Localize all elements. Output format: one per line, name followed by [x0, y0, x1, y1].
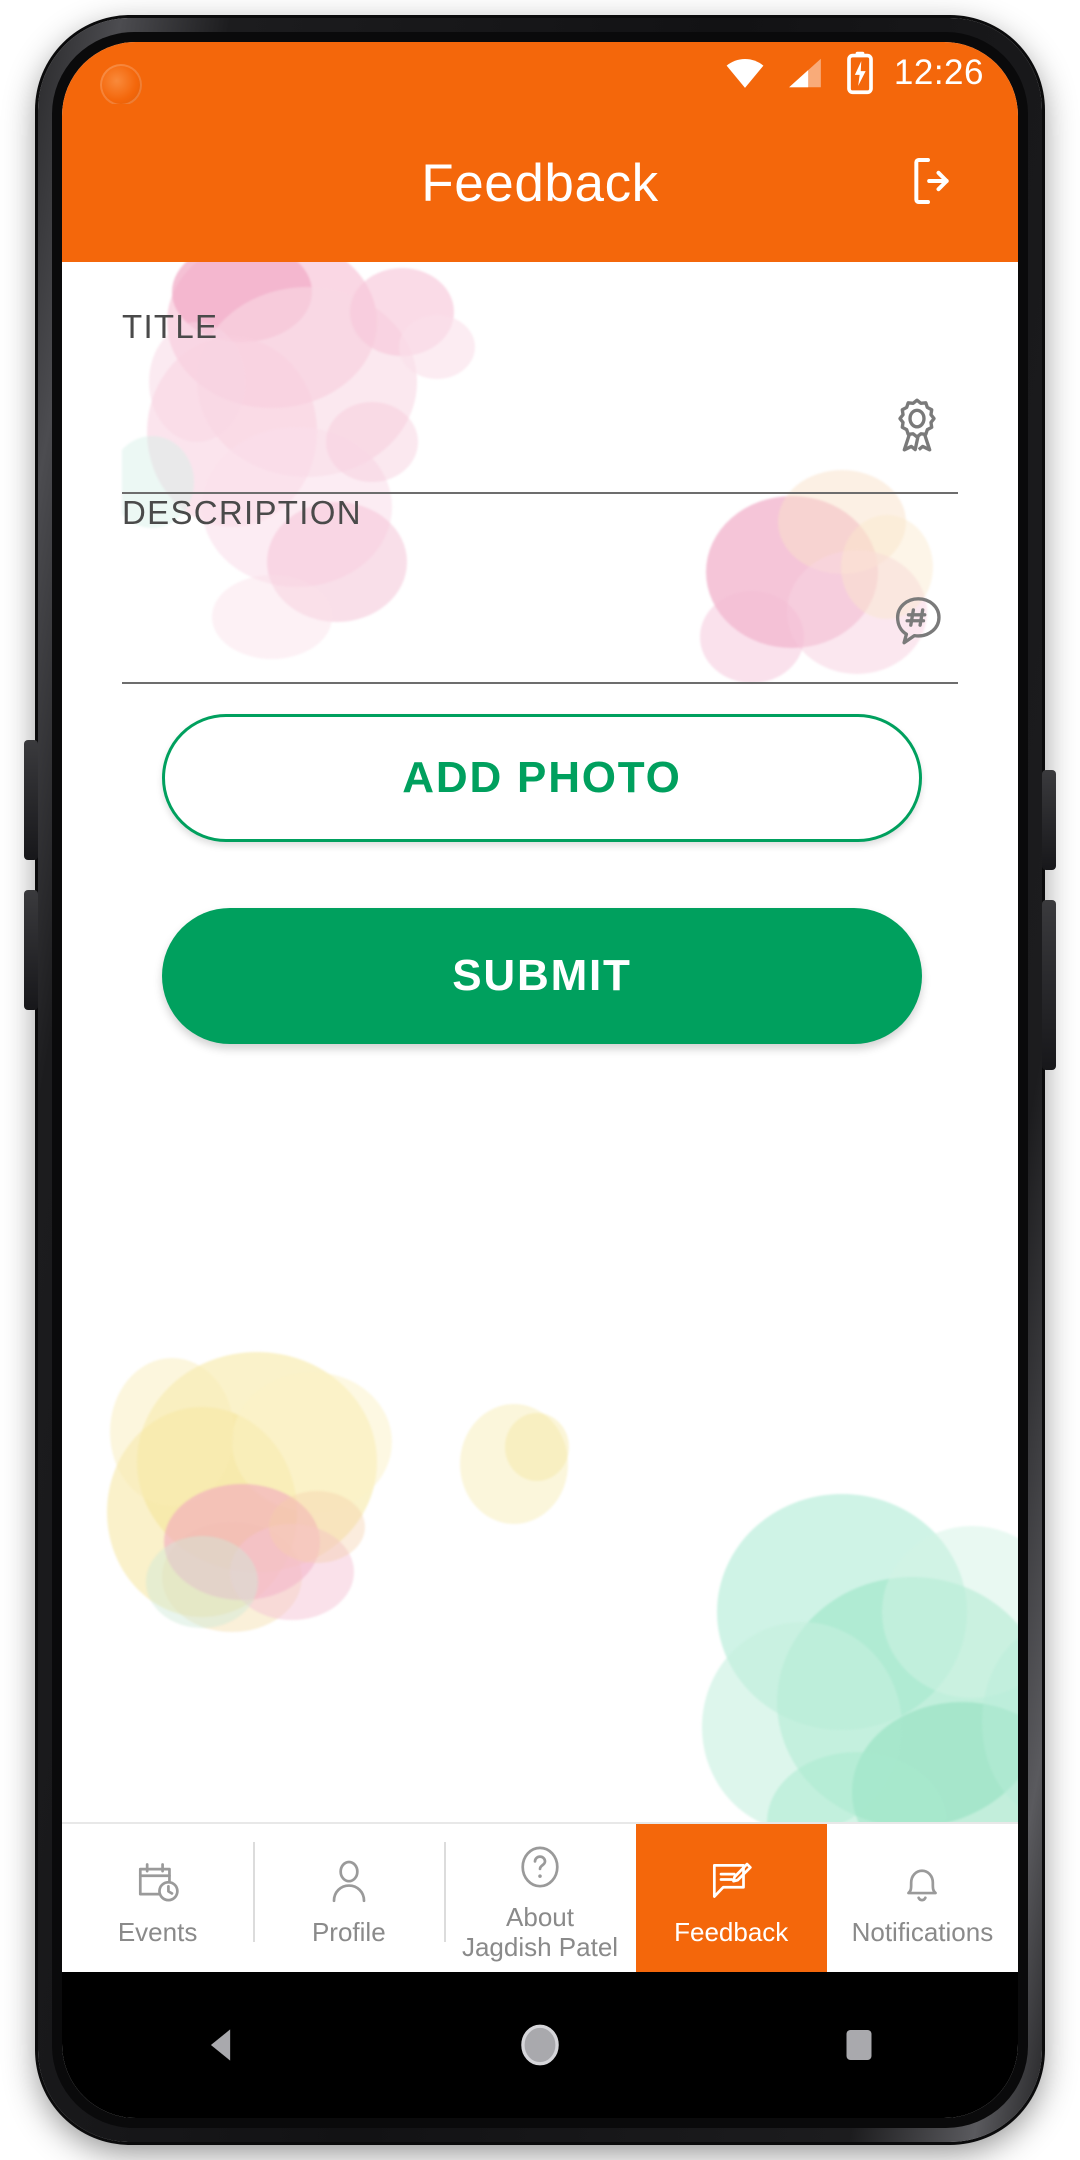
- feedback-form: TITLE DESCRIPTION ADD PHOTO SUBMIT: [62, 262, 1018, 1044]
- logout-icon: [907, 153, 963, 214]
- title-field-group: TITLE: [122, 262, 958, 494]
- description-field-underline: [122, 682, 958, 684]
- logout-button[interactable]: [904, 152, 966, 214]
- status-bar: 12:26: [62, 42, 1018, 106]
- title-input[interactable]: [122, 447, 775, 486]
- battery-charging-icon: [842, 51, 878, 95]
- award-ribbon-icon[interactable]: [884, 392, 950, 458]
- nav-label-feedback: Feedback: [674, 1917, 789, 1948]
- status-bar-clock: 12:26: [893, 53, 984, 92]
- nav-label-profile: Profile: [311, 1917, 386, 1948]
- nav-item-events[interactable]: Events: [62, 1824, 253, 1972]
- watercolor-splash-yellow-small: [442, 1392, 592, 1542]
- phone-screen: 12:26 Feedback TITLE DESCRIPTION ADD PHO…: [62, 42, 1018, 2118]
- power-button[interactable]: [1042, 770, 1056, 870]
- volume-down-button[interactable]: [24, 890, 38, 1010]
- nav-label-about-line2: Jagdish Patel: [461, 1932, 619, 1962]
- front-camera-punch-hole: [100, 64, 142, 106]
- question-circle-icon: [512, 1839, 568, 1895]
- page-title: Feedback: [421, 153, 659, 213]
- watercolor-splash-pink-bottom: [122, 1462, 402, 1642]
- submit-button[interactable]: SUBMIT: [162, 908, 922, 1044]
- description-input[interactable]: [122, 637, 775, 676]
- nav-label-about: About Jagdish Patel: [461, 1902, 619, 1963]
- assistant-button[interactable]: [1042, 900, 1056, 1070]
- volume-up-button[interactable]: [24, 740, 38, 860]
- cellular-signal-icon: [784, 52, 826, 94]
- description-field-label: DESCRIPTION: [122, 494, 362, 531]
- nav-label-about-line1: About: [506, 1902, 574, 1933]
- nav-item-profile[interactable]: Profile: [253, 1824, 444, 1972]
- bottom-navigation-bar: Events Profile About Jagdish Patel Feedb…: [62, 1822, 1018, 1972]
- app-bar: Feedback: [62, 104, 1018, 262]
- nav-label-events: Events: [117, 1917, 198, 1948]
- wifi-icon: [722, 50, 768, 96]
- android-system-nav: [62, 1972, 1018, 2118]
- hashtag-chat-icon[interactable]: [884, 588, 950, 654]
- phone-scene: 12:26 Feedback TITLE DESCRIPTION ADD PHO…: [0, 0, 1080, 2160]
- feedback-edit-icon: [703, 1854, 759, 1910]
- description-field-group: DESCRIPTION: [122, 494, 958, 684]
- watercolor-splash-green: [662, 1462, 1018, 1888]
- bell-icon: [894, 1854, 950, 1910]
- add-photo-button[interactable]: ADD PHOTO: [162, 714, 922, 842]
- nav-item-notifications[interactable]: Notifications: [827, 1824, 1018, 1972]
- title-field-label: TITLE: [122, 308, 219, 345]
- nav-item-about[interactable]: About Jagdish Patel: [444, 1824, 635, 1972]
- nav-label-notifications: Notifications: [851, 1917, 994, 1948]
- home-circle-icon[interactable]: [505, 2010, 575, 2080]
- back-triangle-icon[interactable]: [186, 2010, 256, 2080]
- calendar-clock-icon: [130, 1854, 186, 1910]
- recents-square-icon[interactable]: [824, 2010, 894, 2080]
- person-icon: [321, 1854, 377, 1910]
- nav-item-feedback[interactable]: Feedback: [635, 1824, 827, 1972]
- watercolor-splash-yellow: [82, 1322, 482, 1682]
- content-area: TITLE DESCRIPTION ADD PHOTO SUBMIT: [62, 262, 1018, 1888]
